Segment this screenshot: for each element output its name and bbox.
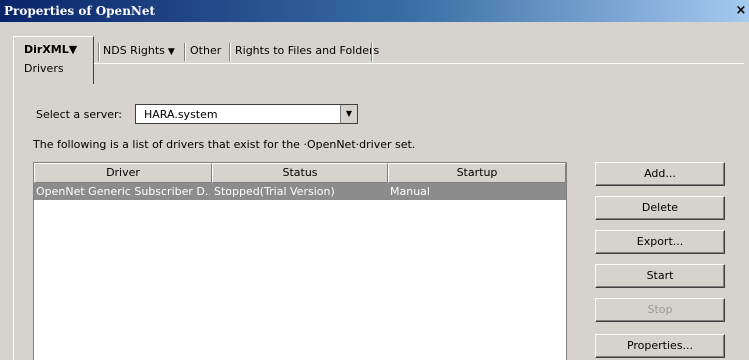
window-title: Properties of OpenNet	[4, 4, 156, 18]
cell-driver: OpenNet Generic Subscriber D...	[36, 185, 210, 198]
list-header: Driver Status Startup	[34, 163, 566, 183]
cell-startup: Manual	[390, 185, 430, 198]
tab-separator	[229, 43, 231, 61]
tab-nds-rights[interactable]: NDS Rights ▼	[103, 41, 175, 61]
tab-separator	[184, 43, 186, 61]
table-row[interactable]: OpenNet Generic Subscriber D... Stopped(…	[34, 183, 566, 200]
column-header-driver[interactable]: Driver	[34, 163, 212, 183]
tab-rights-files-folders[interactable]: Rights to Files and Folders	[235, 41, 379, 61]
server-select-value: HARA.system	[144, 108, 218, 121]
delete-button[interactable]: Delete	[595, 196, 725, 220]
panel-border	[94, 63, 744, 64]
properties-button[interactable]: Properties...	[595, 334, 725, 358]
close-icon[interactable]: ×	[734, 3, 748, 19]
column-header-startup[interactable]: Startup	[388, 163, 566, 183]
server-label: Select a server:	[36, 108, 123, 121]
tab-separator	[98, 43, 100, 61]
panel-border	[13, 84, 14, 360]
tab-strip: NDS Rights ▼ Other Rights to Files and Fo…	[17, 41, 417, 65]
title-bar: Properties of OpenNet ×	[0, 0, 749, 22]
tab-nds-rights-label: NDS Rights	[103, 44, 165, 57]
driver-list-description: The following is a list of drivers that …	[33, 138, 416, 151]
start-button[interactable]: Start	[595, 264, 725, 288]
column-header-status[interactable]: Status	[212, 163, 388, 183]
chevron-down-icon[interactable]: ▼	[340, 105, 357, 123]
tab-separator	[371, 43, 373, 61]
export-button[interactable]: Export...	[595, 230, 725, 254]
tab-other[interactable]: Other	[190, 41, 221, 61]
tab-nds-rights-dropdown-icon[interactable]: ▼	[168, 47, 175, 57]
cell-status: Stopped(Trial Version)	[214, 185, 335, 198]
drivers-list[interactable]: Driver Status Startup OpenNet Generic Su…	[33, 162, 567, 360]
tab-rights-files-folders-label: Rights to Files and Folders	[235, 44, 380, 57]
tab-other-label: Other	[190, 44, 222, 57]
server-select[interactable]: HARA.system ▼	[135, 104, 358, 124]
stop-button[interactable]: Stop	[595, 298, 725, 322]
add-button[interactable]: Add...	[595, 162, 725, 186]
